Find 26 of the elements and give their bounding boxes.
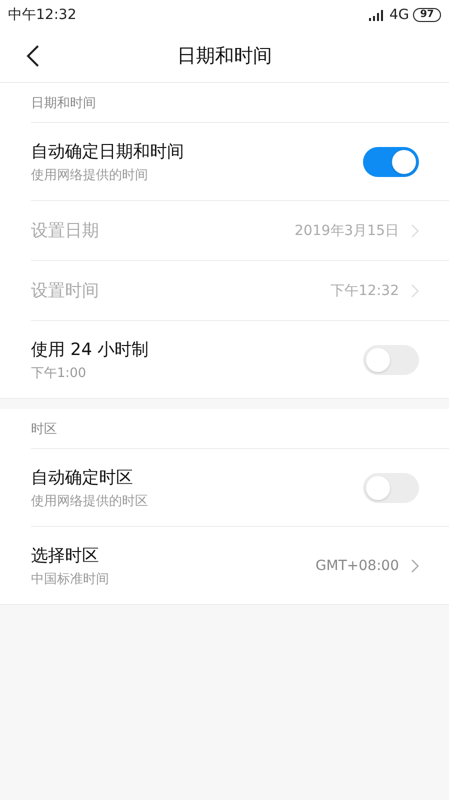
- toggle-switch[interactable]: [363, 472, 419, 502]
- setting-label: 设置日期: [31, 220, 100, 242]
- section-header: 时区: [31, 420, 57, 438]
- chevron-icon: [411, 558, 419, 572]
- chevron-icon: [411, 224, 419, 238]
- toggle-switch[interactable]: [363, 146, 419, 176]
- setting-label: 选择时区: [31, 544, 100, 566]
- setting-subtitle: 使用网络提供的时间: [31, 166, 149, 184]
- setting-value: GMT+08:00: [315, 558, 399, 574]
- status-time: 中午12:32: [8, 6, 78, 24]
- battery-indicator: 97: [413, 8, 441, 22]
- chevron-icon: [411, 284, 419, 298]
- toggle-switch[interactable]: [363, 344, 419, 374]
- signal-icon: [369, 10, 386, 20]
- setting-label: 使用 24 小时制: [31, 338, 150, 360]
- section-header: 日期和时间: [31, 94, 96, 112]
- setting-subtitle: 中国标准时间: [31, 570, 110, 588]
- setting-value: 下午12:32: [330, 282, 399, 300]
- setting-subtitle: 下午1:00: [31, 364, 88, 382]
- setting-value: 2019年3月15日: [294, 222, 399, 240]
- page-title: 日期和时间: [177, 45, 272, 67]
- network-label: 4G: [389, 7, 410, 23]
- setting-label: 自动确定时区: [31, 466, 134, 488]
- setting-subtitle: 使用网络提供的时区: [31, 492, 149, 510]
- setting-label: 自动确定日期和时间: [31, 140, 185, 162]
- setting-label: 设置时间: [31, 280, 100, 302]
